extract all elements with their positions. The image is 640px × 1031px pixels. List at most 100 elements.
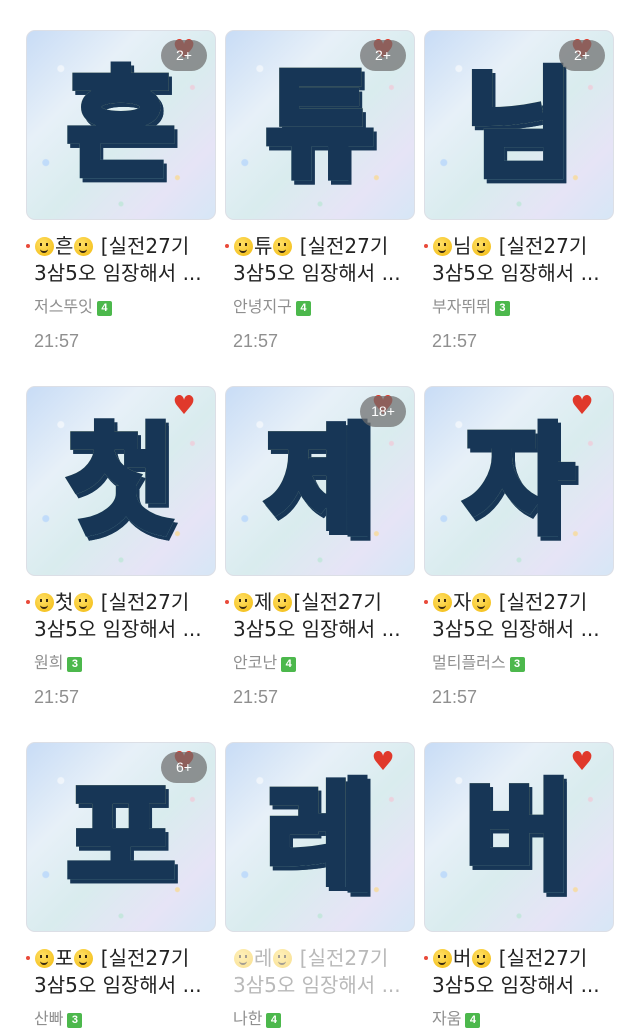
title-character: 님 [453, 234, 472, 258]
post-thumbnail[interactable]: 첫 ♥ [26, 386, 216, 576]
post-title[interactable]: 튜 [실전27기 3삼5오 임장해서 ... [225, 233, 415, 287]
post-grid: 흔 ♥ 2+ 흔 [실전27기 3삼5오 임장해서 ... 저스뚜잇4 21:5… [0, 0, 640, 1031]
title-character: 레 [254, 946, 273, 970]
post-title[interactable]: 버 [실전27기 3삼5오 임장해서 ... [424, 945, 614, 999]
post-card[interactable]: 포 ♥ 6+ 포 [실전27기 3삼5오 임장해서 ... 산빠3 [26, 742, 216, 1030]
unread-dot [26, 244, 30, 248]
post-thumbnail[interactable]: 포 ♥ 6+ [26, 742, 216, 932]
heart-icon: ♥ [371, 747, 395, 777]
post-author: 원희 3 [26, 652, 216, 674]
author-name: 멀티플러스 [432, 653, 506, 672]
title-character: 포 [55, 946, 74, 970]
author-name: 자움 [432, 1009, 462, 1028]
author-level-badge: 3 [67, 657, 83, 672]
title-line-2: 3삼5오 임장해서 ... [34, 973, 202, 997]
comment-count-badge: 6+ [161, 752, 207, 783]
post-author: 멀티플러스 3 [424, 652, 614, 674]
post-card[interactable]: 님 ♥ 2+ 님 [실전27기 3삼5오 임장해서 ... 부자뛰뛰3 21:5… [424, 30, 614, 352]
smiley-icon [273, 949, 293, 968]
smiley-icon [472, 237, 492, 256]
smiley-icon [273, 237, 293, 256]
smiley-icon [472, 593, 492, 612]
post-card[interactable]: 레 ♥ 레 [실전27기 3삼5오 임장해서 ... 나한 4 [225, 742, 415, 1030]
post-thumbnail[interactable]: 흔 ♥ 2+ [26, 30, 216, 220]
unread-dot [424, 244, 428, 248]
thumbnail-character: 제 [226, 419, 414, 544]
post-title[interactable]: 님 [실전27기 3삼5오 임장해서 ... [424, 233, 614, 287]
post-thumbnail[interactable]: 님 ♥ 2+ [424, 30, 614, 220]
smiley-icon [234, 237, 253, 256]
post-time: 21:57 [432, 331, 478, 351]
author-level-badge: 4 [295, 301, 311, 316]
unread-dot [26, 956, 30, 960]
post-title[interactable]: 제 [실전27기 3삼5오 임장해서 ... [225, 589, 415, 643]
title-character: 자 [453, 590, 472, 614]
title-line-2: 3삼5오 임장해서 ... [432, 973, 600, 997]
heart-icon: ♥ [570, 391, 594, 421]
thumbnail-character: 자 [425, 419, 613, 544]
post-card[interactable]: 버 ♥ 버 [실전27기 3삼5오 임장해서 ... 자움 4 [424, 742, 614, 1030]
post-thumbnail[interactable]: 레 ♥ [225, 742, 415, 932]
post-author: 안코난 4 [225, 652, 415, 674]
unread-dot [424, 600, 428, 604]
unread-dot [225, 244, 229, 248]
post-card[interactable]: 첫 ♥ 첫 [실전27기 3삼5오 임장해서 ... 원희 3 21:57 [26, 386, 216, 708]
smiley-icon [74, 593, 94, 612]
post-author: 부자뛰뛰 3 [424, 296, 614, 318]
smiley-icon [433, 593, 452, 612]
heart-icon: ♥ [172, 391, 196, 421]
title-line-2: 3삼5오 임장해서 ... [432, 261, 600, 285]
title-line-2: 3삼5오 임장해서 ... [432, 617, 600, 641]
unread-dot [424, 956, 428, 960]
post-title[interactable]: 흔 [실전27기 3삼5오 임장해서 ... [26, 233, 216, 287]
post-author: 나한 4 [225, 1008, 415, 1030]
post-card[interactable]: 자 ♥ 자 [실전27기 3삼5오 임장해서 ... 멀티플러스 3 21:57 [424, 386, 614, 708]
title-text: [실전27기 [100, 946, 190, 970]
title-line-2: 3삼5오 임장해서 ... [233, 973, 401, 997]
title-character: 첫 [55, 590, 74, 614]
post-thumbnail[interactable]: 자 ♥ [424, 386, 614, 576]
post-title[interactable]: 첫 [실전27기 3삼5오 임장해서 ... [26, 589, 216, 643]
author-name: 저스뚜잇 [34, 297, 93, 316]
unread-dot [26, 600, 30, 604]
title-line-2: 3삼5오 임장해서 ... [34, 617, 202, 641]
comment-count-badge: 2+ [161, 40, 207, 71]
post-author: 안녕지구 4 [225, 296, 415, 318]
unread-dot [225, 600, 229, 604]
post-time: 21:57 [432, 687, 478, 707]
author-name: 산빠 [34, 1009, 64, 1028]
comment-count-badge: 2+ [360, 40, 406, 71]
comment-count-badge: 18+ [360, 396, 406, 427]
post-author: 저스뚜잇 4 [26, 296, 216, 318]
author-level-badge: 4 [465, 1013, 481, 1028]
post-time: 21:57 [34, 687, 80, 707]
post-author: 자움 4 [424, 1008, 614, 1030]
smiley-icon [35, 949, 54, 968]
thumbnail-character: 튜 [226, 63, 414, 188]
title-character: 제 [254, 590, 273, 614]
thumbnail-character: 흔 [27, 63, 215, 188]
post-card[interactable]: 흔 ♥ 2+ 흔 [실전27기 3삼5오 임장해서 ... 저스뚜잇4 21:5… [26, 30, 216, 352]
post-card[interactable]: 튜 ♥ 2+ 튜 [실전27기 3삼5오 임장해서 ... 안녕지구4 21:5… [225, 30, 415, 352]
author-level-badge: 4 [96, 301, 112, 316]
smiley-icon [74, 237, 94, 256]
smiley-icon [433, 237, 452, 256]
title-text: [실전27기 [299, 234, 389, 258]
heart-icon: ♥ [570, 747, 594, 777]
author-name: 안코난 [233, 653, 278, 672]
title-character: 흔 [55, 234, 74, 258]
author-name: 나한 [233, 1009, 263, 1028]
title-line-2: 3삼5오 임장해서 ... [233, 617, 401, 641]
title-text: [실전27기 [100, 590, 190, 614]
smiley-icon [433, 949, 452, 968]
post-card[interactable]: 제 ♥ 18+ 제 [실전27기 3삼5오 임장해서 ... 안코난4 21:57 [225, 386, 415, 708]
post-thumbnail[interactable]: 제 ♥ 18+ [225, 386, 415, 576]
post-title[interactable]: 자 [실전27기 3삼5오 임장해서 ... [424, 589, 614, 643]
thumbnail-character: 첫 [27, 419, 215, 544]
post-thumbnail[interactable]: 버 ♥ [424, 742, 614, 932]
author-level-badge: 4 [281, 657, 297, 672]
post-thumbnail[interactable]: 튜 ♥ 2+ [225, 30, 415, 220]
post-title[interactable]: 포 [실전27기 3삼5오 임장해서 ... [26, 945, 216, 999]
title-text: [실전27기 [498, 234, 588, 258]
post-title[interactable]: 레 [실전27기 3삼5오 임장해서 ... [225, 945, 415, 999]
